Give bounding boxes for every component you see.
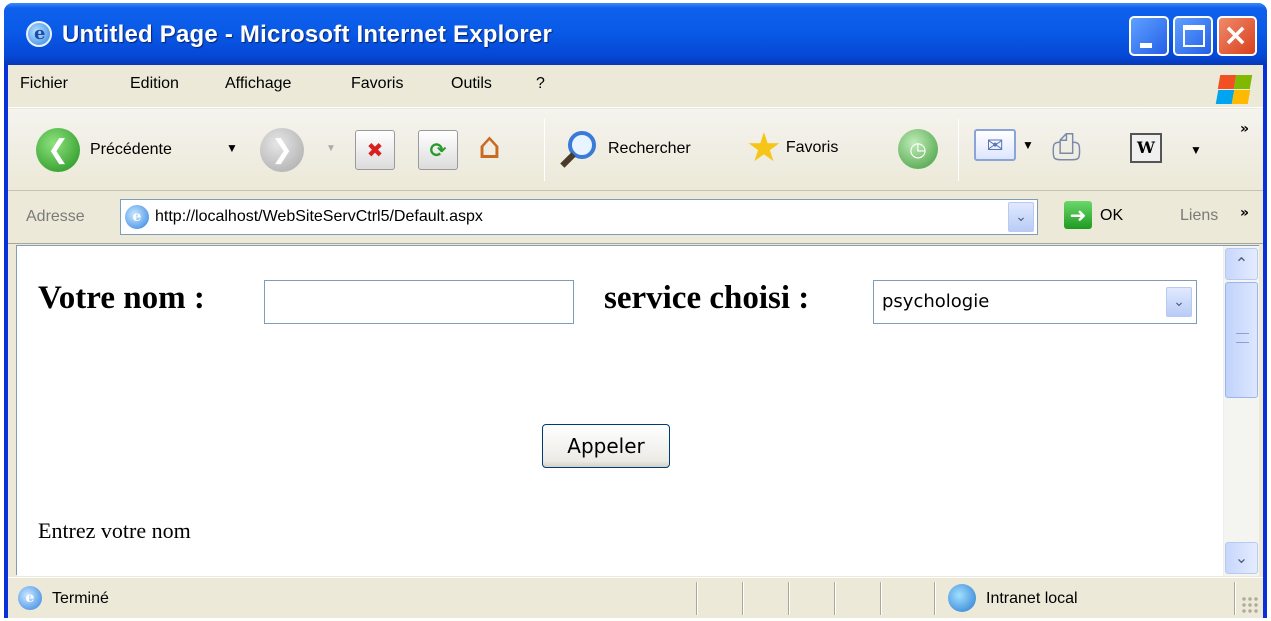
scroll-thumb[interactable] <box>1225 282 1258 398</box>
scroll-up-icon[interactable]: ⌃ <box>1225 248 1258 280</box>
menu-edition[interactable]: Edition <box>130 75 179 93</box>
menu-bar: Fichier Edition Affichage Favoris Outils… <box>8 65 1263 108</box>
home-icon: ⌂ <box>478 126 501 167</box>
service-selected-value: psychologie <box>882 291 990 312</box>
address-bar: Adresse e http://localhost/WebSiteServCt… <box>8 192 1263 244</box>
mail-button[interactable]: ✉ ▼ <box>974 129 1034 161</box>
back-button[interactable]: ❮ Précédente <box>36 128 172 172</box>
links-chevron-icon[interactable]: » <box>1240 205 1249 221</box>
service-label: service choisi : <box>604 280 810 316</box>
search-icon <box>560 129 600 169</box>
status-bar: e Terminé Intranet local <box>8 577 1263 618</box>
home-button[interactable]: ⌂ <box>478 126 501 167</box>
maximize-icon <box>1183 25 1205 47</box>
printer-icon: ⎙ <box>1052 127 1081 168</box>
close-icon: × <box>1223 18 1249 53</box>
window-title: Untitled Page - Microsoft Internet Explo… <box>62 21 552 48</box>
select-dropdown-icon[interactable]: ⌄ <box>1166 287 1192 317</box>
refresh-icon: ⟳ <box>418 130 458 170</box>
status-text: Terminé <box>52 590 109 607</box>
history-button[interactable]: ◷ <box>898 129 938 169</box>
browser-window: e Untitled Page - Microsoft Internet Exp… <box>4 3 1267 618</box>
mail-icon: ✉ <box>974 129 1016 161</box>
maximize-button[interactable] <box>1173 16 1213 56</box>
page-content: Votre nom : service choisi : psychologie… <box>17 246 1223 576</box>
menu-favoris[interactable]: Favoris <box>351 75 403 93</box>
vertical-scrollbar[interactable]: ⌃ ⌄ <box>1223 246 1259 576</box>
standard-toolbar: ❮ Précédente ▼ ❯ ▼ ✖ ⟳ ⌂ Rechercher ★ Fa… <box>8 109 1263 191</box>
title-bar[interactable]: e Untitled Page - Microsoft Internet Exp… <box>4 3 1267 65</box>
mail-dropdown[interactable]: ▼ <box>1022 138 1034 152</box>
toolbar-separator <box>544 119 545 181</box>
search-label: Rechercher <box>608 140 691 157</box>
resize-grip-icon[interactable] <box>1241 596 1259 614</box>
history-icon: ◷ <box>898 129 938 169</box>
go-arrow-icon[interactable]: ➜ <box>1064 201 1092 229</box>
address-url[interactable]: http://localhost/WebSiteServCtrl5/Defaul… <box>155 208 483 226</box>
stop-button[interactable]: ✖ <box>355 130 395 170</box>
go-button[interactable]: OK <box>1100 207 1123 225</box>
back-arrow-icon: ❮ <box>36 128 80 172</box>
windows-logo-icon <box>1211 69 1253 107</box>
refresh-button[interactable]: ⟳ <box>418 130 458 170</box>
security-zone: Intranet local <box>986 590 1078 607</box>
print-button[interactable]: ⎙ <box>1052 127 1081 169</box>
address-label: Adresse <box>26 208 85 225</box>
edit-dropdown[interactable]: ▼ <box>1190 143 1202 157</box>
forward-arrow-icon: ❯ <box>260 128 304 172</box>
name-input[interactable] <box>264 280 574 324</box>
links-label[interactable]: Liens <box>1180 207 1218 225</box>
window-client: Fichier Edition Affichage Favoris Outils… <box>8 65 1263 618</box>
favorites-button[interactable]: ★ Favoris <box>746 127 838 169</box>
menu-fichier[interactable]: Fichier <box>20 75 68 93</box>
page-status-icon: e <box>18 586 42 610</box>
toolbar-separator <box>958 119 959 181</box>
call-button[interactable]: Appeler <box>542 424 670 468</box>
page-icon: e <box>125 205 149 229</box>
back-dropdown[interactable]: ▼ <box>226 141 238 155</box>
toolbar-chevron-icon[interactable]: » <box>1240 121 1249 137</box>
favorites-star-icon: ★ <box>746 125 782 171</box>
page-viewport: Votre nom : service choisi : psychologie… <box>16 245 1259 576</box>
menu-help[interactable]: ? <box>536 75 545 93</box>
forward-dropdown[interactable]: ▼ <box>326 143 336 154</box>
edit-word-button[interactable]: W <box>1130 133 1162 163</box>
service-select[interactable]: psychologie ⌄ <box>873 280 1197 324</box>
search-button[interactable]: Rechercher <box>560 129 691 169</box>
minimize-button[interactable] <box>1129 16 1169 56</box>
scroll-down-icon[interactable]: ⌄ <box>1225 542 1258 574</box>
back-label: Précédente <box>90 141 172 158</box>
menu-affichage[interactable]: Affichage <box>225 75 291 93</box>
stop-icon: ✖ <box>355 130 395 170</box>
address-input[interactable]: e http://localhost/WebSiteServCtrl5/Defa… <box>120 199 1038 235</box>
ie-logo-icon: e <box>26 21 52 47</box>
word-icon: W <box>1130 133 1162 163</box>
address-dropdown-icon[interactable]: ⌄ <box>1008 202 1034 232</box>
status-message: Entrez votre nom <box>38 518 191 543</box>
favorites-label: Favoris <box>785 139 839 156</box>
menu-outils[interactable]: Outils <box>451 75 492 93</box>
name-label: Votre nom : <box>38 280 205 316</box>
close-button[interactable]: × <box>1217 16 1257 56</box>
forward-button[interactable]: ❯ <box>260 128 304 172</box>
intranet-globe-icon <box>948 584 976 612</box>
minimize-icon <box>1140 43 1152 48</box>
